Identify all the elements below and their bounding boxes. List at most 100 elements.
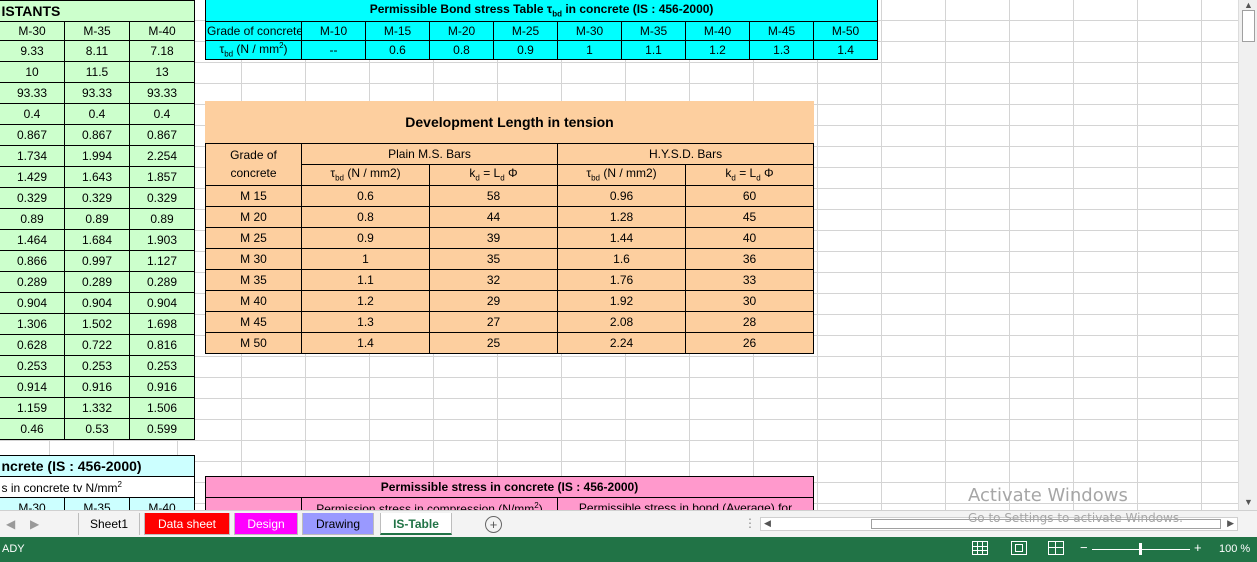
- normal-view-icon[interactable]: [972, 541, 988, 555]
- bond-grade-cell: M-30: [557, 20, 622, 41]
- constants-cell: 0.866: [0, 250, 65, 272]
- bond-value-cell: 0.6: [365, 39, 430, 60]
- table-row: 1.464 1.684 1.903: [0, 229, 196, 251]
- dev-length-cell: 29: [429, 289, 558, 312]
- dev-length-cell: 1.92: [557, 289, 686, 312]
- constants-cell: 1.734: [0, 145, 65, 167]
- dev-length-cell: 60: [684, 184, 815, 207]
- table-row: 0.46 0.53 0.599: [0, 418, 196, 440]
- constants-cell: 8.11: [64, 40, 130, 62]
- status-bar: ADY − + 100 %: [0, 537, 1257, 562]
- perm-compression-header: Permission stress in compression (N/mm2): [301, 497, 558, 510]
- constants-cell: 0.904: [0, 292, 65, 314]
- zoom-slider-handle[interactable]: [1139, 543, 1142, 555]
- constants-cell: 1.502: [64, 313, 130, 335]
- constants-cell: 0.914: [0, 376, 65, 398]
- vertical-scroll-thumb[interactable]: [1242, 10, 1255, 42]
- tab-drawing[interactable]: Drawing: [302, 513, 374, 535]
- bond-grade-cell: M-15: [365, 20, 430, 41]
- bond-grade-cell: M-25: [493, 20, 558, 41]
- constants-cell: 0.867: [128, 124, 196, 146]
- scroll-right-icon[interactable]: ▶: [1227, 518, 1234, 529]
- bond-value-cell: 0.8: [429, 39, 494, 60]
- page-break-preview-icon[interactable]: [1048, 541, 1064, 555]
- vertical-scrollbar[interactable]: ▲ ▼: [1238, 0, 1257, 510]
- constants-title: ISTANTS: [0, 0, 196, 22]
- constants-cell: 93.33: [0, 82, 65, 104]
- status-ready-text: ADY: [2, 543, 25, 555]
- zoom-level[interactable]: 100 %: [1219, 543, 1250, 555]
- zoom-out-icon[interactable]: −: [1080, 540, 1088, 555]
- hysd-tau-header: τbd (N / mm2): [557, 163, 686, 186]
- table-row: 0.4 0.4 0.4: [0, 103, 196, 125]
- plain-kd-header: kd = Ld Φ: [429, 163, 558, 186]
- constants-cell: 0.816: [128, 334, 196, 356]
- zoom-in-icon[interactable]: +: [1194, 540, 1202, 555]
- constants-cell: 0.89: [128, 208, 196, 230]
- tab-design[interactable]: Design: [234, 513, 298, 535]
- table-row: 1.159 1.332 1.506: [0, 397, 196, 419]
- tab-data-sheet[interactable]: Data sheet: [144, 513, 230, 535]
- constants-cell: 0.4: [0, 103, 65, 125]
- tab-is-table[interactable]: IS-Table: [380, 513, 452, 535]
- bond-value-cell: 1.4: [812, 39, 879, 60]
- add-sheet-button[interactable]: +: [485, 516, 502, 533]
- table-row: M 40 1.2 29 1.92 30: [205, 289, 815, 312]
- constants-cell: 1.903: [128, 229, 196, 251]
- dev-length-cell: 26: [684, 331, 815, 354]
- table-row: 0.89 0.89 0.89: [0, 208, 196, 230]
- page-layout-icon[interactable]: [1011, 541, 1027, 555]
- constants-cell: 1.306: [0, 313, 65, 335]
- tab-sheet1[interactable]: Sheet1: [78, 513, 140, 535]
- permissible-stress-table: Permissible stress in concrete (IS : 456…: [204, 476, 815, 510]
- constants-col-header: M-40: [128, 21, 196, 41]
- table-row: 0.914 0.916 0.916: [0, 376, 196, 398]
- development-length-table: Development Length in tension Grade of c…: [205, 101, 815, 354]
- dev-length-cell: 0.6: [301, 184, 430, 207]
- table-row: 0.289 0.289 0.289: [0, 271, 196, 293]
- table-row: M 50 1.4 25 2.24 26: [205, 331, 815, 354]
- shear-col-header: M-40: [128, 497, 196, 510]
- plain-tau-header: τbd (N / mm2): [301, 163, 430, 186]
- scroll-down-icon[interactable]: ▼: [1243, 497, 1254, 508]
- bond-stress-table: Permissible Bond stress Table τbd in con…: [204, 0, 879, 60]
- activation-watermark-title: Activate Windows: [968, 485, 1128, 506]
- dev-length-cell: 1.76: [557, 268, 686, 291]
- constants-cell: 93.33: [128, 82, 196, 104]
- dev-length-cell: M 15: [205, 184, 302, 207]
- dev-length-cell: 44: [429, 205, 558, 228]
- table-row: 0.904 0.904 0.904: [0, 292, 196, 314]
- worksheet-grid[interactable]: ISTANTS M-30 M-35 M-40 9.33 8.11 7.18 10 11.5 1…: [0, 0, 1238, 510]
- dev-length-cell: 2.24: [557, 331, 686, 354]
- bond-tau-label: τbd (N / mm2): [205, 39, 302, 60]
- dev-length-cell: 0.96: [557, 184, 686, 207]
- dev-length-cell: 33: [684, 268, 815, 291]
- constants-cell: 1.643: [64, 166, 130, 188]
- dev-length-cell: M 40: [205, 289, 302, 312]
- constants-cell: 1.506: [128, 397, 196, 419]
- constants-cell: 0.722: [64, 334, 130, 356]
- dev-length-cell: M 35: [205, 268, 302, 291]
- bond-grade-cell: M-40: [685, 20, 750, 41]
- dev-length-cell: 39: [429, 226, 558, 249]
- table-row: 0.628 0.722 0.816: [0, 334, 196, 356]
- dev-length-cell: 1.1: [301, 268, 430, 291]
- constants-cell: 0.253: [64, 355, 130, 377]
- dev-length-cell: 35: [429, 247, 558, 270]
- tab-next-icon[interactable]: ▶: [30, 517, 39, 531]
- dev-grade-header: Grade of concrete: [205, 142, 302, 186]
- tab-prev-icon[interactable]: ◀: [6, 517, 15, 531]
- concrete-shear-table: ncrete (IS : 456-2000) s in concrete tv …: [0, 455, 196, 510]
- scroll-left-icon[interactable]: ◀: [764, 518, 771, 529]
- dev-length-cell: M 45: [205, 310, 302, 333]
- dev-length-cell: M 30: [205, 247, 302, 270]
- table-row: M 45 1.3 27 2.08 28: [205, 310, 815, 333]
- tab-split-handle-icon[interactable]: ⋮: [744, 516, 756, 530]
- constants-cell: 0.916: [128, 376, 196, 398]
- constants-cell: 0.4: [64, 103, 130, 125]
- dev-length-cell: 1.28: [557, 205, 686, 228]
- constants-cell: 1.127: [128, 250, 196, 272]
- constants-cell: 1.332: [64, 397, 130, 419]
- dev-length-cell: 0.8: [301, 205, 430, 228]
- constants-cell: 0.89: [64, 208, 130, 230]
